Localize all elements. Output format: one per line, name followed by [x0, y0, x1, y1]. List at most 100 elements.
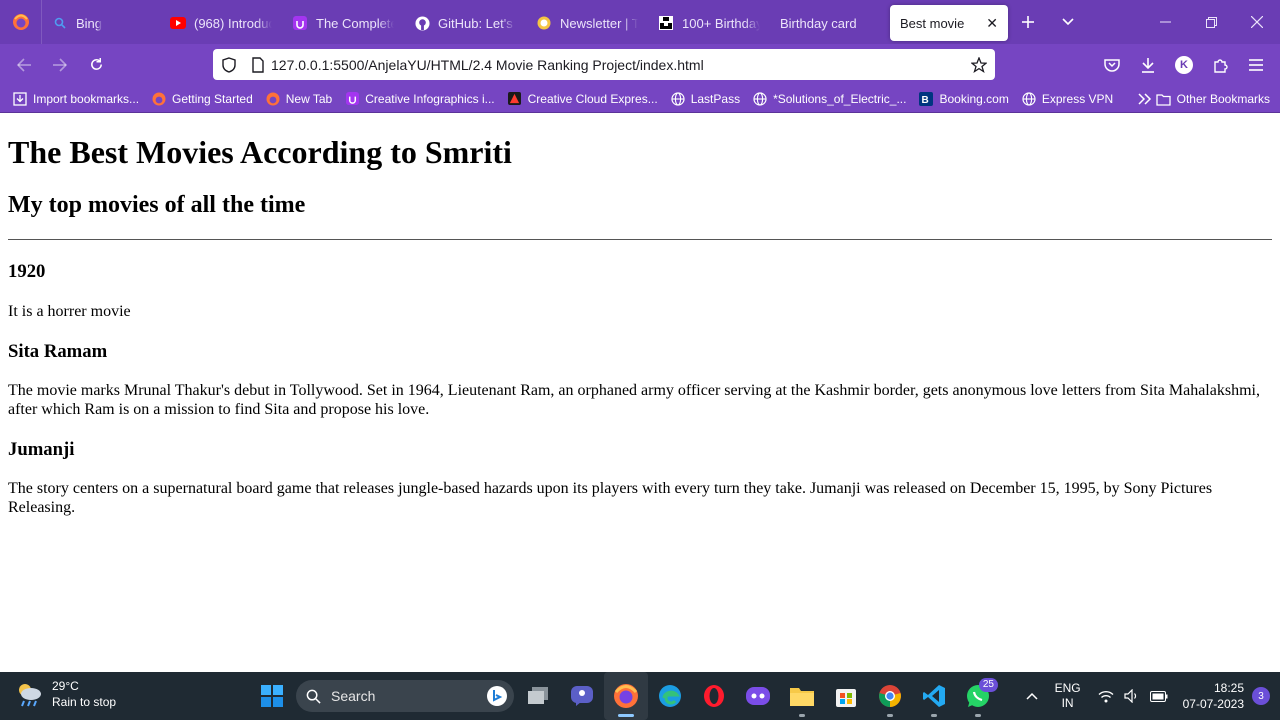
tab-bing[interactable]: Bing [42, 5, 160, 41]
whatsapp-app[interactable]: 25 [956, 672, 1000, 720]
newsletter-icon [536, 15, 552, 31]
teams-chat-app[interactable] [560, 672, 604, 720]
bookmark-solutions[interactable]: *Solutions_of_Electric_... [746, 87, 912, 111]
close-icon [1251, 16, 1263, 28]
vscode-app[interactable] [912, 672, 956, 720]
tab-title: (968) Introducti [194, 15, 272, 31]
opera-app[interactable] [692, 672, 736, 720]
show-hidden-icons-button[interactable] [1026, 692, 1038, 700]
app-menu-button[interactable] [1238, 49, 1274, 81]
volume-status[interactable] [1124, 689, 1140, 703]
search-icon [306, 689, 321, 704]
booking-icon: B [918, 91, 934, 107]
downloads-button[interactable] [1130, 49, 1166, 81]
battery-status[interactable] [1149, 690, 1168, 702]
teams-chat-icon [571, 686, 593, 706]
udemy-icon [292, 15, 308, 31]
tab-youtube[interactable]: (968) Introducti [160, 5, 282, 41]
input-language[interactable]: ENG IN [1055, 681, 1081, 711]
other-bookmarks[interactable]: Other Bookmarks [1150, 87, 1276, 111]
microsoft-store-app[interactable] [824, 672, 868, 720]
forward-button[interactable] [42, 49, 78, 81]
clock[interactable]: 18:25 07-07-2023 [1183, 680, 1244, 712]
weather-widget[interactable]: 29°C Rain to stop [14, 678, 116, 710]
close-window-button[interactable] [1234, 0, 1280, 44]
tab-birthday-card[interactable]: Birthday card [770, 5, 890, 41]
wifi-status[interactable] [1098, 690, 1114, 703]
tab-best-movie[interactable]: Best movie ✕ [890, 5, 1008, 41]
bookmark-label: *Solutions_of_Electric_... [773, 91, 907, 106]
weather-text: 29°C Rain to stop [52, 678, 116, 710]
bookmark-creative-infographics[interactable]: Creative Infographics i... [338, 87, 500, 111]
reload-button[interactable] [78, 49, 114, 81]
search-label: Search [331, 688, 376, 704]
movie-description: It is a horrer movie [8, 303, 131, 320]
weather-rain-icon [19, 684, 41, 707]
bookmark-star-icon[interactable] [963, 56, 995, 73]
chrome-app[interactable] [868, 672, 912, 720]
reload-icon [90, 57, 102, 70]
chevron-up-icon [1026, 692, 1038, 700]
back-arrow-icon [16, 57, 31, 72]
forward-arrow-icon [53, 57, 68, 72]
taskbar-search[interactable]: Search [296, 680, 514, 712]
bookmark-express-vpn[interactable]: Express VPN [1015, 87, 1119, 111]
tab-bar: Bing (968) Introducti The Complete GitHu… [0, 0, 1280, 44]
file-explorer-app[interactable] [780, 672, 824, 720]
pocket-button[interactable] [1094, 49, 1130, 81]
bookmark-creative-cloud[interactable]: Creative Cloud Expres... [501, 87, 664, 111]
firefox-app[interactable] [604, 672, 648, 720]
windows-logo-icon [261, 685, 283, 707]
page-info-icon[interactable] [245, 56, 271, 73]
notification-count[interactable]: 3 [1252, 687, 1270, 705]
clock-date: 07-07-2023 [1182, 697, 1244, 711]
folder-icon [1156, 91, 1172, 107]
running-indicator [799, 714, 805, 717]
github-icon [414, 15, 430, 31]
close-icon[interactable]: ✕ [986, 15, 998, 32]
folder-icon [790, 688, 814, 706]
language-code: ENG [1054, 681, 1081, 695]
bookmark-lastpass[interactable]: LastPass [664, 87, 746, 111]
list-all-tabs-button[interactable] [1048, 0, 1088, 44]
discord-like-app[interactable] [736, 672, 780, 720]
restore-button[interactable] [1188, 0, 1234, 44]
minimize-button[interactable] [1142, 0, 1188, 44]
chrome-icon [879, 685, 901, 707]
udemy-icon [344, 91, 360, 107]
bookmark-label: Booking.com [939, 91, 1009, 106]
youtube-icon [170, 15, 186, 31]
windows-taskbar: 29°C Rain to stop Search 25 ENG IN 18:25… [0, 672, 1280, 720]
extensions-button[interactable] [1202, 49, 1238, 81]
bookmark-new-tab[interactable]: New Tab [259, 87, 338, 111]
bookmark-booking[interactable]: B Booking.com [912, 87, 1014, 111]
wifi-icon [1098, 690, 1114, 702]
bookmark-import[interactable]: Import bookmarks... [6, 87, 145, 111]
url-text[interactable]: 127.0.0.1:5500/AnjelaYU/HTML/2.4 Movie R… [271, 57, 963, 73]
account-button[interactable]: K [1166, 49, 1202, 81]
tab-title: GitHub: Let's b [438, 15, 516, 31]
tab-birthday[interactable]: 100+ Birthday [648, 5, 770, 41]
tab-newsletter[interactable]: Newsletter | Th [526, 5, 648, 41]
start-button[interactable] [250, 672, 294, 720]
bookmark-getting-started[interactable]: Getting Started [145, 87, 259, 111]
back-button[interactable] [6, 49, 42, 81]
movie-title: Sita Ramam [8, 341, 108, 362]
toolbar-right: K [1094, 44, 1280, 85]
tab-github[interactable]: GitHub: Let's b [404, 5, 526, 41]
new-tab-button[interactable] [1008, 0, 1048, 44]
page-subtitle: My top movies of all the time [8, 192, 306, 218]
task-view-button[interactable] [516, 672, 560, 720]
firefox-menu-button[interactable] [0, 0, 42, 44]
edge-app[interactable] [648, 672, 692, 720]
tracking-protection-icon[interactable] [213, 56, 245, 73]
tab-title: 100+ Birthday [682, 15, 760, 31]
page-content: The Best Movies According to Smriti My t… [0, 113, 1280, 672]
firefox-icon [265, 91, 281, 107]
bookmark-label: Creative Infographics i... [365, 91, 495, 106]
restore-icon [1205, 16, 1217, 28]
bookmark-label: Other Bookmarks [1176, 92, 1270, 106]
address-bar[interactable]: 127.0.0.1:5500/AnjelaYU/HTML/2.4 Movie R… [213, 49, 995, 80]
window-controls [1142, 0, 1280, 44]
tab-udemy[interactable]: The Complete [282, 5, 404, 41]
